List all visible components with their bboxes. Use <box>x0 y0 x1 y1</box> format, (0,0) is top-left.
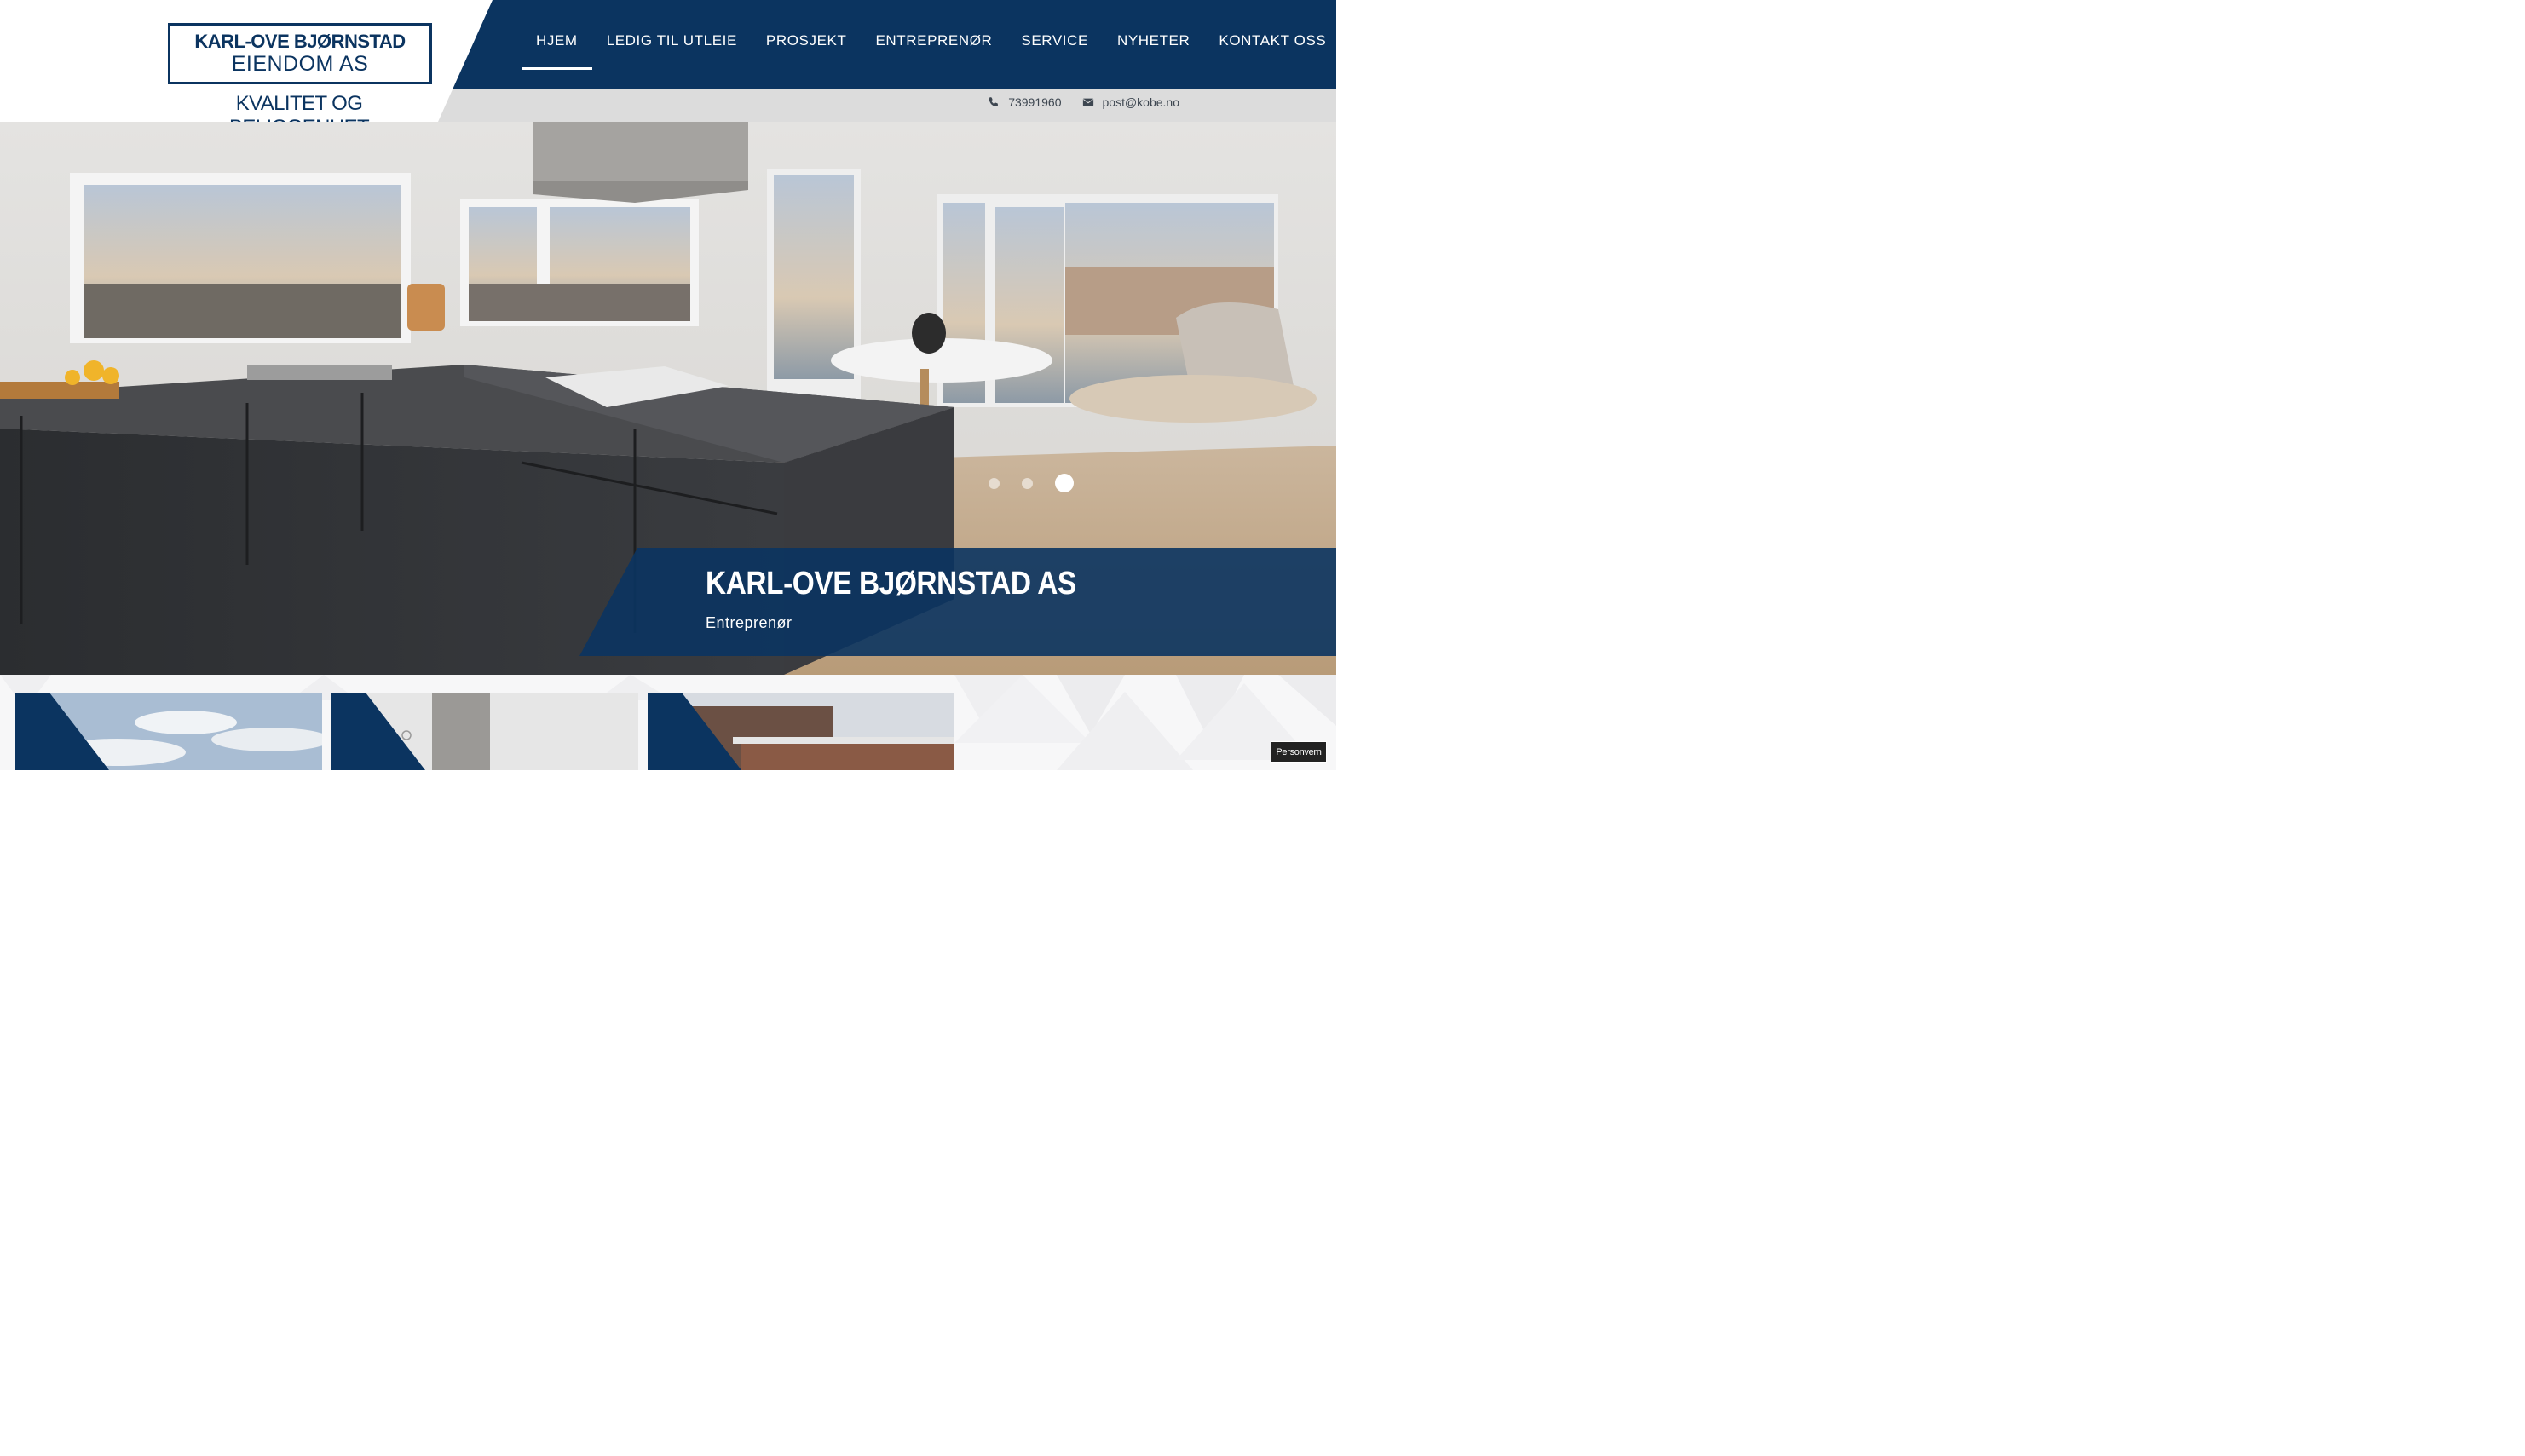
project-card-2[interactable] <box>331 693 638 770</box>
project-card-1-image <box>15 693 322 770</box>
phone-number: 73991960 <box>1008 95 1062 109</box>
nav-item-hjem[interactable]: HJEM <box>522 0 592 70</box>
logo[interactable]: KARL-OVE BJØRNSTAD EIENDOM AS <box>168 23 432 84</box>
contact-phone[interactable]: 73991960 <box>988 95 1062 109</box>
phone-icon <box>989 97 999 106</box>
caption-inner: KARL-OVE BJØRNSTAD AS Entreprenør <box>706 565 1127 632</box>
nav-item-nyheter[interactable]: NYHETER <box>1103 0 1204 70</box>
slider-dot-3[interactable] <box>1055 474 1074 492</box>
logo-line1: KARL-OVE BJØRNSTAD <box>194 31 406 52</box>
envelope-icon <box>1082 98 1093 106</box>
nav-item-kontakt-oss[interactable]: KONTAKT OSS <box>1204 0 1340 70</box>
site-header: KARL-OVE BJØRNSTAD EIENDOM AS KVALITET O… <box>0 0 1336 122</box>
privacy-button[interactable]: Personvern <box>1271 741 1327 763</box>
logo-area[interactable]: KARL-OVE BJØRNSTAD EIENDOM AS KVALITET O… <box>0 0 493 122</box>
project-card-3-image <box>648 693 954 770</box>
slider-dot-2[interactable] <box>1022 477 1033 489</box>
project-cards <box>0 675 1336 770</box>
main-nav: HJEM LEDIG TIL UTLEIE PROSJEKT ENTREPREN… <box>522 0 1340 89</box>
contact-email[interactable]: post@kobe.no <box>1082 95 1180 109</box>
contact-info: 73991960 post@kobe.no <box>988 95 1179 109</box>
nav-item-prosjekt[interactable]: PROSJEKT <box>752 0 862 70</box>
project-card-2-image <box>331 693 638 770</box>
hero-subtitle: Entreprenør <box>706 614 793 631</box>
project-card-1[interactable] <box>15 693 322 770</box>
slider-dot-1[interactable] <box>989 477 1000 489</box>
email-address: post@kobe.no <box>1102 95 1180 109</box>
nav-item-service[interactable]: SERVICE <box>1006 0 1103 70</box>
hero-caption: KARL-OVE BJØRNSTAD AS Entreprenør <box>579 548 1336 656</box>
slider-dots <box>989 474 1074 492</box>
nav-item-entreprenor[interactable]: ENTREPRENØR <box>861 0 1006 70</box>
hero-slider[interactable]: KARL-OVE BJØRNSTAD AS Entreprenør <box>0 122 1336 675</box>
project-card-3[interactable] <box>648 693 954 770</box>
nav-item-ledig-til-utleie[interactable]: LEDIG TIL UTLEIE <box>592 0 752 70</box>
hero-title: KARL-OVE BJØRNSTAD AS <box>706 566 1076 601</box>
logo-line2: EIENDOM AS <box>231 52 369 76</box>
